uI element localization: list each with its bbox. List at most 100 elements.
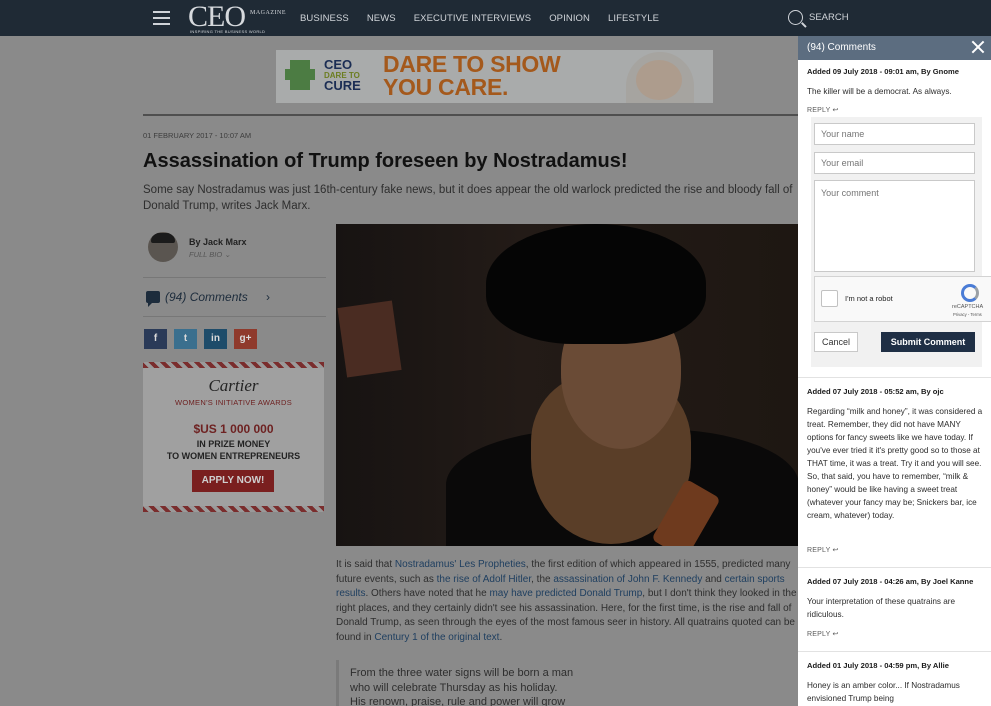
- comments-panel-title: (94) Comments: [807, 42, 876, 53]
- comment-separator: [798, 651, 991, 652]
- quatrain-quote: From the three water signs will be born …: [350, 667, 574, 706]
- comment-meta: Added 01 July 2018 - 04:59 pm, By Allie: [807, 661, 949, 670]
- comment-text: Your interpretation of these quatrains a…: [807, 597, 956, 619]
- body-text: . Others have noted that he: [365, 588, 490, 599]
- email-input[interactable]: [814, 152, 975, 174]
- ad-program: WOMEN'S INITIATIVE AWARDS: [175, 398, 292, 407]
- comment-separator: [798, 567, 991, 568]
- recaptcha-label: I'm not a robot: [845, 294, 893, 303]
- article-standfirst: Some say Nostradamus was just 16th-centu…: [143, 184, 793, 212]
- recaptcha-logo-icon: [961, 284, 979, 302]
- recaptcha-terms[interactable]: Privacy - Terms: [953, 312, 982, 317]
- nav-executive-interviews[interactable]: EXECUTIVE INTERVIEWS: [414, 13, 531, 24]
- search-button[interactable]: SEARCH: [788, 10, 849, 25]
- close-icon[interactable]: [970, 39, 986, 55]
- comment-separator: [798, 377, 991, 378]
- ad-prize-line1: IN PRIZE MONEY: [196, 439, 271, 449]
- ad-brand: Cartier: [208, 376, 259, 395]
- full-bio-label: FULL BIO: [189, 250, 223, 259]
- baby-face-image: [636, 60, 682, 100]
- body-text: It is said that: [336, 559, 395, 570]
- reply-label: REPLY: [807, 107, 831, 114]
- banner-headline-1: DARE TO SHOW: [383, 51, 561, 77]
- main-nav: BUSINESS NEWS EXECUTIVE INTERVIEWS OPINI…: [300, 13, 659, 24]
- comments-count: (94): [165, 290, 187, 304]
- menu-icon[interactable]: [153, 11, 170, 25]
- body-text: .: [499, 631, 503, 643]
- link-rise-of-hitler[interactable]: the rise of Adolf Hitler: [437, 574, 532, 585]
- linkedin-share-button[interactable]: in: [204, 329, 227, 349]
- comment-bubble-icon[interactable]: [146, 291, 160, 307]
- twitter-share-button[interactable]: t: [174, 329, 197, 349]
- nav-news[interactable]: NEWS: [367, 13, 396, 24]
- banner-brand: CEO DARE TO CURE: [324, 57, 361, 93]
- body-text: and: [702, 573, 725, 585]
- article-date: 01 FEBRUARY 2017 - 10:07 AM: [143, 131, 252, 140]
- cartier-ad[interactable]: Cartier WOMEN'S INITIATIVE AWARDS $US 1 …: [143, 362, 324, 512]
- banner-ad[interactable]: CEO DARE TO CURE DARE TO SHOW YOU CARE.: [276, 50, 713, 103]
- apply-now-button[interactable]: APPLY NOW!: [192, 470, 274, 492]
- page: CEO MAGAZINE INSPIRING THE BUSINESS WORL…: [0, 0, 991, 706]
- banner-brand-ceo: CEO: [324, 57, 353, 72]
- link-century-1[interactable]: Century 1 of the original text: [374, 632, 499, 643]
- logo-magazine: MAGAZINE: [250, 10, 286, 16]
- comment-text: The killer will be a democrat. As always…: [807, 87, 952, 96]
- facebook-share-button[interactable]: f: [144, 329, 167, 349]
- full-bio-link[interactable]: FULL BIO ⌄: [189, 250, 231, 259]
- chevron-right-icon[interactable]: ›: [266, 290, 270, 304]
- nav-business[interactable]: BUSINESS: [300, 13, 349, 24]
- reply-arrow-icon: ↩: [832, 547, 839, 554]
- chevron-down-icon: ⌄: [224, 250, 231, 259]
- cancel-button[interactable]: Cancel: [814, 332, 858, 352]
- author-name[interactable]: By Jack Marx: [189, 237, 247, 247]
- body-text: , the: [531, 573, 554, 585]
- reply-label: REPLY: [807, 547, 831, 554]
- banner-headline-2: YOU CARE.: [383, 74, 509, 100]
- ad-amount: $US 1 000 000: [193, 422, 274, 436]
- painting-hat: [486, 224, 706, 344]
- comment-meta: Added 07 July 2018 - 04:26 am, By Joel K…: [807, 577, 974, 586]
- site-logo[interactable]: CEO MAGAZINE INSPIRING THE BUSINESS WORL…: [188, 0, 286, 35]
- sidebar-divider: [143, 277, 326, 278]
- banner-brand-cure: CURE: [324, 78, 361, 93]
- google-plus-share-button[interactable]: g+: [234, 329, 257, 349]
- reply-arrow-icon: ↩: [832, 631, 839, 638]
- banner-headline: DARE TO SHOW YOU CARE.: [383, 51, 561, 100]
- submit-comment-button[interactable]: Submit Comment: [881, 332, 975, 352]
- comments-link[interactable]: (94) Comments: [165, 290, 248, 304]
- comment-meta: Added 07 July 2018 - 05:52 am, By ojc: [807, 387, 944, 396]
- reply-label: REPLY: [807, 631, 831, 638]
- search-icon: [788, 10, 803, 25]
- comment-text: Regarding “milk and honey”, it was consi…: [807, 407, 983, 520]
- ad-top-stripe: [143, 362, 324, 368]
- nav-lifestyle[interactable]: LIFESTYLE: [608, 13, 659, 24]
- reply-button[interactable]: REPLY ↩: [807, 106, 839, 114]
- sidebar-divider: [143, 316, 326, 317]
- recaptcha-brand: reCAPTCHA: [952, 304, 984, 310]
- recaptcha-checkbox[interactable]: [821, 290, 838, 307]
- comments-label: Comments: [189, 290, 248, 304]
- comment-meta: Added 09 July 2018 - 09:01 am, By Gnome: [807, 67, 959, 76]
- link-les-propheties[interactable]: Nostradamus' Les Propheties: [395, 559, 526, 570]
- ad-bottom-stripe: [143, 506, 324, 512]
- ad-prize-text: IN PRIZE MONEY TO WOMEN ENTREPRENEURS: [143, 438, 324, 462]
- reply-button[interactable]: REPLY ↩: [807, 630, 839, 638]
- logo-text: CEO: [188, 0, 246, 33]
- article-title: Assassination of Trump foreseen by Nostr…: [143, 150, 628, 172]
- logo-tagline: INSPIRING THE BUSINESS WORLD: [190, 29, 266, 34]
- ad-prize-line2: TO WOMEN ENTREPRENEURS: [166, 451, 301, 461]
- article-body: It is said that Nostradamus' Les Prophet…: [336, 558, 799, 645]
- comment-text: Honey is an amber color... If Nostradamu…: [807, 681, 960, 703]
- link-predicted-trump[interactable]: may have predicted Donald Trump: [489, 588, 642, 599]
- comment-textarea[interactable]: [814, 180, 975, 272]
- quote-bar: [336, 660, 339, 706]
- nav-opinion[interactable]: OPINION: [549, 13, 590, 24]
- reply-arrow-icon: ↩: [832, 107, 839, 114]
- link-jfk-assassination[interactable]: assassination of John F. Kennedy: [553, 574, 702, 585]
- cross-logo-icon: [285, 60, 315, 90]
- name-input[interactable]: [814, 123, 975, 145]
- painting-plaque: [337, 300, 402, 378]
- search-label: SEARCH: [809, 12, 849, 23]
- author-avatar[interactable]: [148, 232, 178, 262]
- reply-button[interactable]: REPLY ↩: [807, 546, 839, 554]
